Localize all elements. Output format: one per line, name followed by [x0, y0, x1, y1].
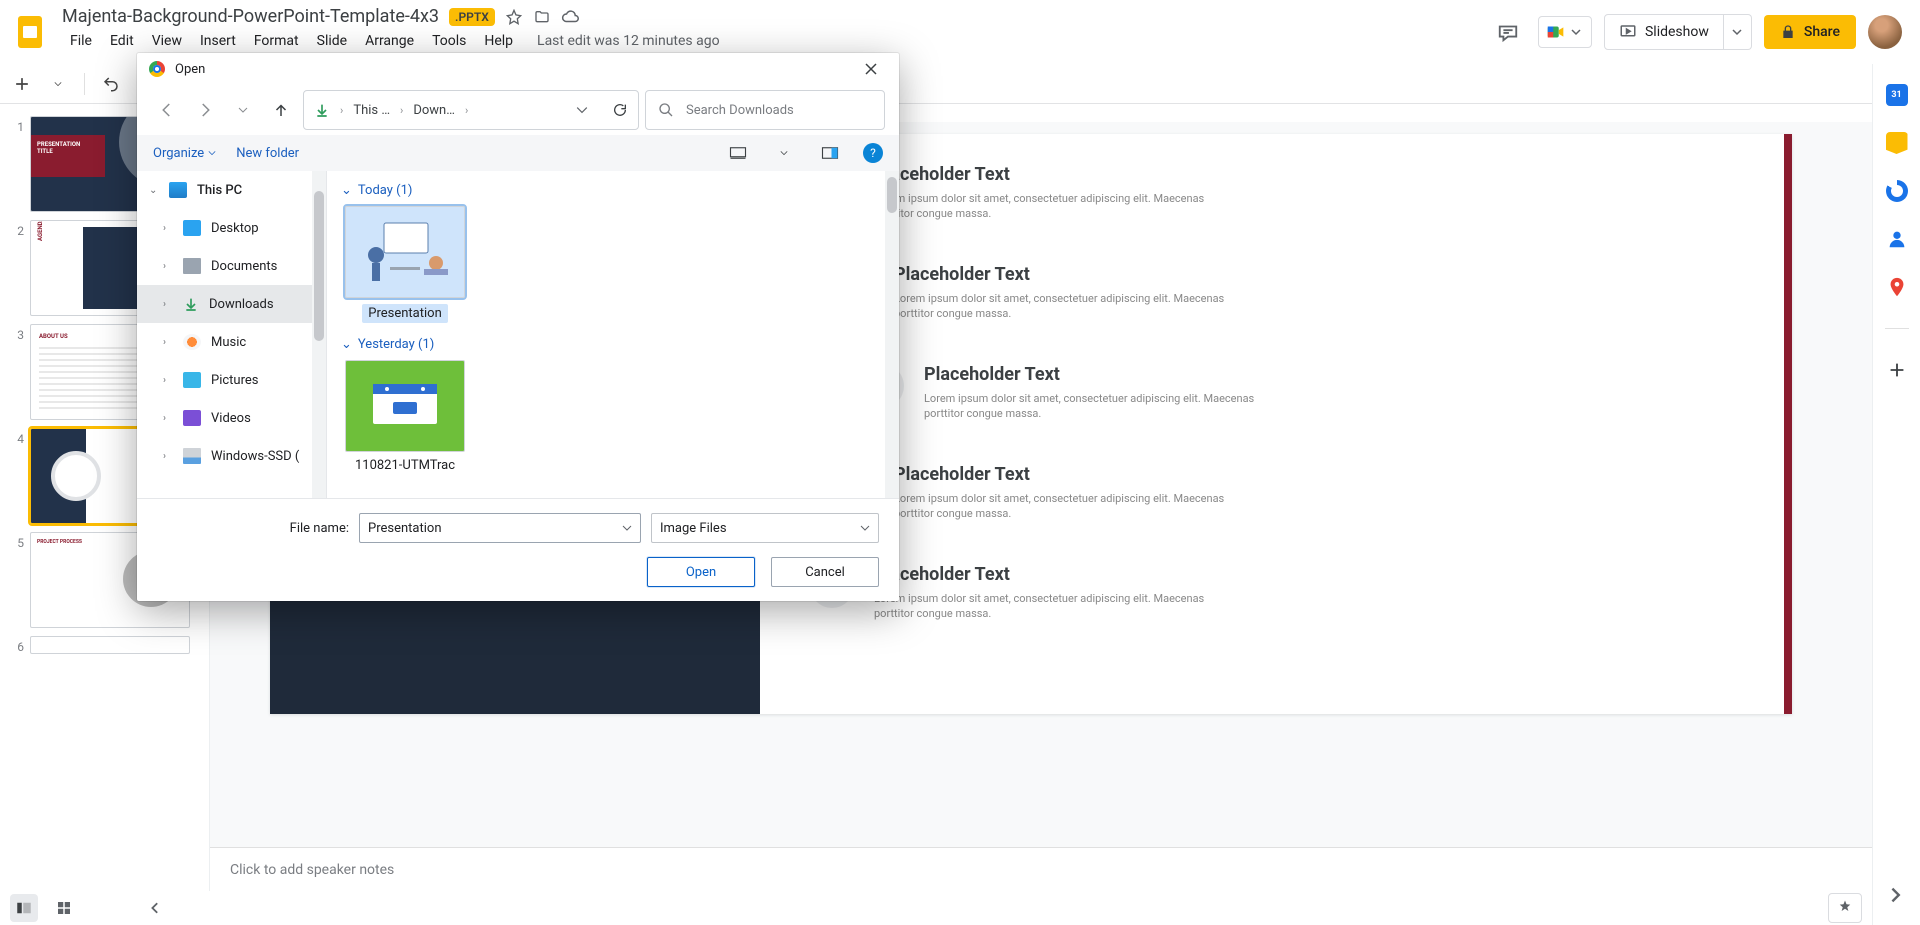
- new-folder-button[interactable]: New folder: [236, 146, 299, 161]
- view-mode-dropdown[interactable]: [771, 142, 797, 164]
- tree-downloads[interactable]: ›Downloads: [137, 285, 326, 323]
- tree-desktop[interactable]: ›Desktop: [137, 209, 326, 247]
- cancel-button[interactable]: Cancel: [771, 557, 879, 587]
- file-list[interactable]: ⌄Today (1) Presentation ⌄Yesterday (1): [327, 171, 899, 498]
- chevron-down-icon[interactable]: [622, 523, 632, 533]
- search-box[interactable]: [645, 90, 885, 130]
- open-button[interactable]: Open: [647, 557, 755, 587]
- crumb-dropdown-icon[interactable]: [576, 104, 588, 116]
- breadcrumb[interactable]: › This … › Down… ›: [303, 90, 639, 130]
- tree-videos[interactable]: ›Videos: [137, 399, 326, 437]
- file-utmtrac[interactable]: 110821-UTMTrac: [341, 360, 469, 473]
- chevron-down-icon[interactable]: [860, 523, 870, 533]
- filename-label: File name:: [290, 521, 349, 536]
- filename-input[interactable]: Presentation: [359, 513, 641, 543]
- file-open-dialog: Open › This … › Down… ›: [137, 53, 899, 601]
- preview-pane-button[interactable]: [817, 142, 843, 164]
- tree-this-pc[interactable]: ⌄This PC: [137, 171, 326, 209]
- close-button[interactable]: [855, 53, 887, 85]
- group-yesterday[interactable]: ⌄Yesterday (1): [341, 337, 885, 352]
- view-mode-button[interactable]: [725, 142, 751, 164]
- folder-tree[interactable]: ⌄This PC ›Desktop ›Documents ›Downloads …: [137, 171, 327, 498]
- nav-back-button[interactable]: [151, 94, 183, 126]
- dialog-title: Open: [175, 62, 205, 77]
- nav-up-button[interactable]: [265, 94, 297, 126]
- dialog-layer: Open › This … › Down… ›: [0, 0, 1920, 925]
- tree-documents[interactable]: ›Documents: [137, 247, 326, 285]
- filetype-select[interactable]: Image Files: [651, 513, 879, 543]
- files-scrollbar[interactable]: [885, 171, 899, 498]
- search-icon: [658, 102, 674, 118]
- search-input[interactable]: [684, 102, 872, 119]
- organize-menu[interactable]: Organize: [153, 146, 216, 161]
- refresh-icon[interactable]: [612, 102, 628, 118]
- file-presentation[interactable]: Presentation: [341, 206, 469, 323]
- group-today[interactable]: ⌄Today (1): [341, 183, 885, 198]
- chrome-icon: [149, 61, 165, 77]
- help-icon[interactable]: ?: [863, 143, 883, 163]
- tree-pictures[interactable]: ›Pictures: [137, 361, 326, 399]
- tree-scrollbar[interactable]: [312, 171, 326, 498]
- tree-music[interactable]: ›Music: [137, 323, 326, 361]
- nav-recent-dropdown[interactable]: [227, 94, 259, 126]
- tree-ssd[interactable]: ›Windows-SSD (: [137, 437, 326, 475]
- download-arrow-icon: [314, 102, 330, 118]
- nav-forward-button[interactable]: [189, 94, 221, 126]
- download-arrow-icon: [183, 296, 199, 312]
